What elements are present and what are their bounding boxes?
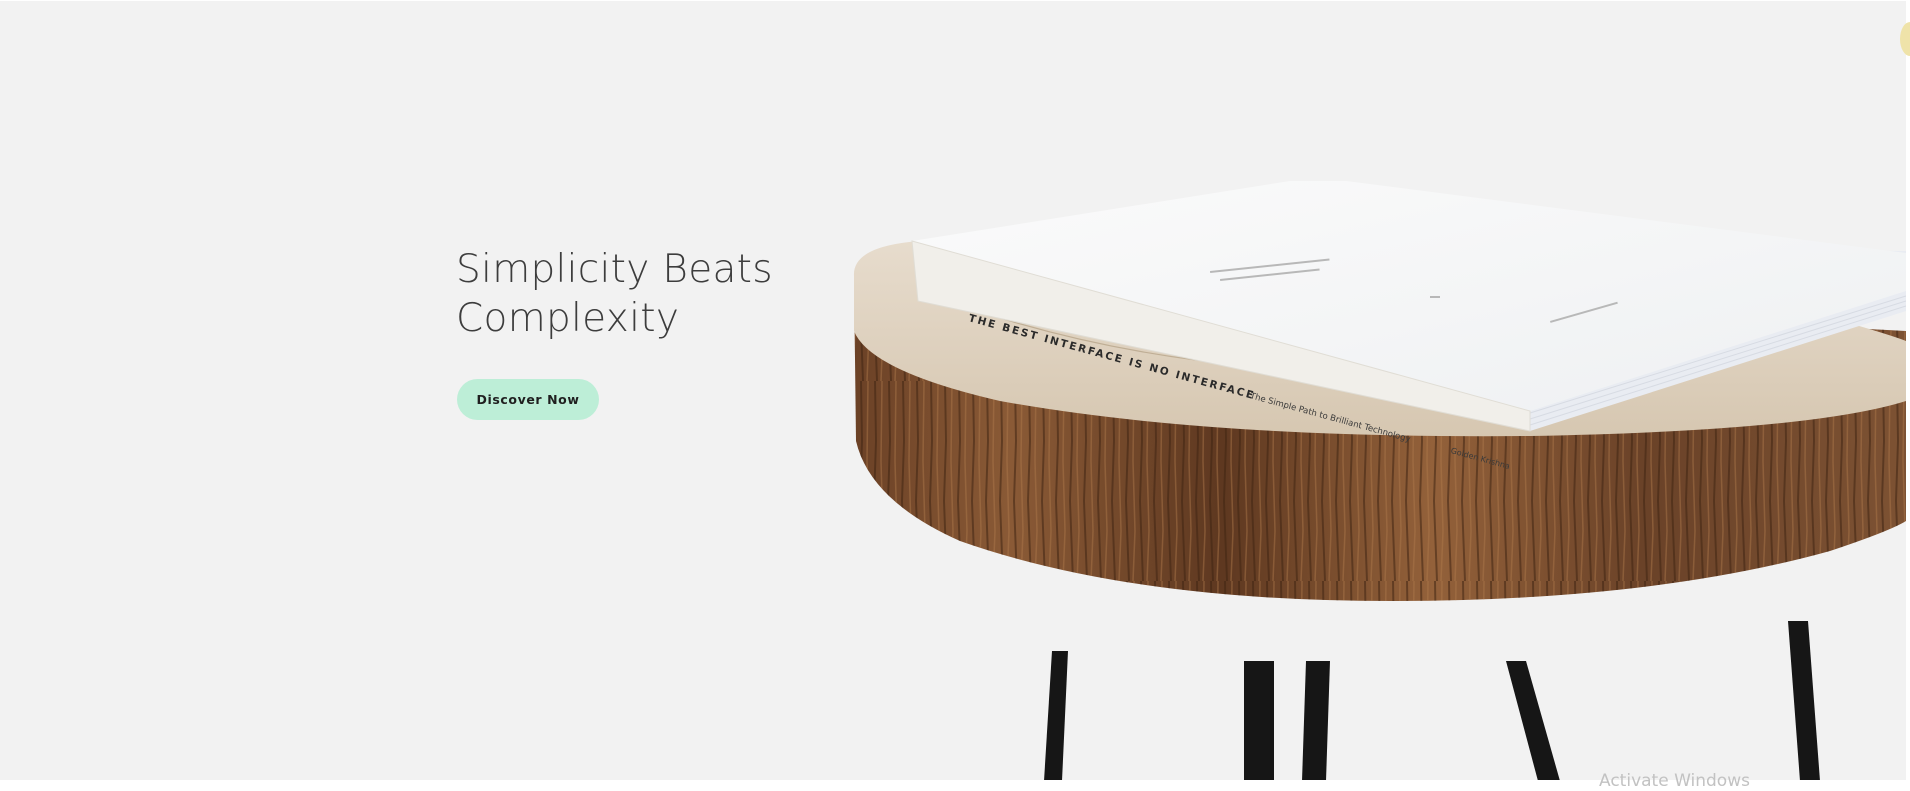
hero-section: Simplicity Beats Complexity Discover Now xyxy=(0,1,1906,780)
hero-headline-line-2: Complexity xyxy=(456,296,680,341)
hero-image-book-on-stool: THE BEST INTERFACE IS NO INTERFACE The S… xyxy=(853,181,1906,780)
scroll-track xyxy=(1906,0,1910,791)
hero-headline-line-1: Simplicity Beats xyxy=(456,247,773,292)
activate-windows-watermark: Activate Windows xyxy=(1599,771,1750,791)
hero-headline: Simplicity Beats Complexity xyxy=(456,245,816,343)
stool-legs xyxy=(1044,621,1820,780)
discover-now-button[interactable]: Discover Now xyxy=(457,379,599,420)
